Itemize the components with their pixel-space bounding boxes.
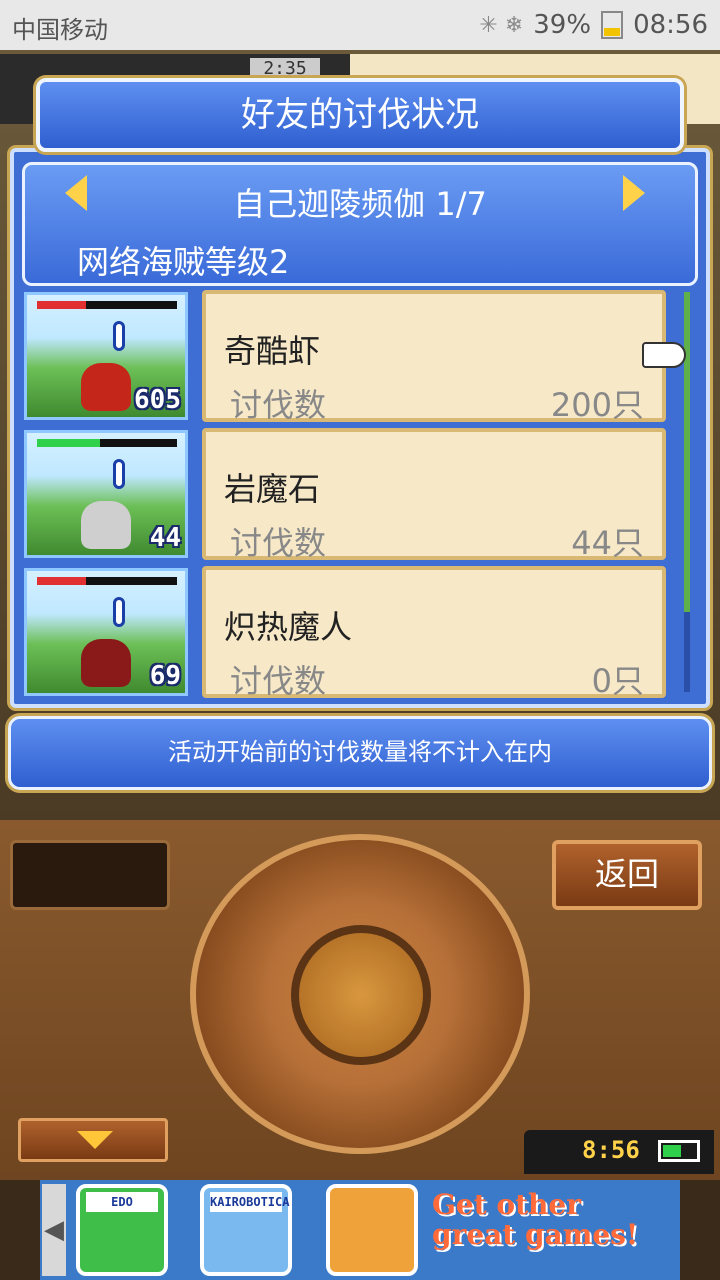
right-arrow-icon[interactable] — [623, 175, 645, 211]
carrier-label: 中国移动 — [12, 16, 108, 44]
down-arrow-icon — [77, 1131, 113, 1149]
monster-number: 69 — [149, 661, 181, 691]
monster-card: 岩魔石 讨伐数 44只 — [202, 428, 666, 562]
hp-fill — [37, 301, 86, 309]
monster-thumbnail: 605 — [24, 292, 188, 420]
rock-monster-icon — [81, 501, 131, 549]
ad-tile-label: KAIROBOTICA — [210, 1192, 289, 1212]
kill-count-label: 讨伐数 — [230, 386, 327, 424]
exclamation-icon — [113, 459, 125, 489]
status-bar: 中国移动 ✳ ❄ 39% 08:56 — [0, 0, 720, 50]
monster-thumbnail: 69 — [24, 568, 188, 696]
monster-card: 奇酷虾 讨伐数 200只 — [202, 290, 666, 424]
list-item[interactable]: 44 岩魔石 讨伐数 44只 — [22, 428, 672, 562]
status-time: 08:56 — [633, 10, 708, 40]
hp-fill — [37, 577, 86, 585]
monster-name: 岩魔石 — [224, 470, 321, 508]
exclamation-icon — [113, 597, 125, 627]
ad-tile-label: EDO — [86, 1192, 158, 1212]
controller-screen — [10, 840, 170, 910]
shrimp-monster-icon — [81, 363, 131, 411]
kill-count-value: 0只 — [591, 662, 644, 700]
dpad[interactable] — [190, 834, 530, 1154]
controller-clock: 8:56 — [524, 1130, 714, 1174]
kill-count-label: 讨伐数 — [230, 662, 327, 700]
back-button[interactable]: 返回 — [552, 840, 702, 910]
status-right: ✳ ❄ 39% 08:56 — [479, 10, 708, 40]
hp-fill — [37, 439, 100, 447]
down-button[interactable] — [18, 1118, 168, 1162]
battery-icon — [658, 1140, 700, 1162]
network-icon: ✳ ❄ — [479, 12, 524, 38]
monster-number: 605 — [134, 385, 181, 415]
monster-card: 炽热魔人 讨伐数 0只 — [202, 566, 666, 700]
friend-header: 自己迦陵频伽 1/7 网络海贼等级2 — [22, 162, 698, 286]
exclamation-icon — [113, 321, 125, 351]
friend-name: 自己迦陵频伽 1/7 — [233, 185, 487, 223]
dpad-center-button[interactable] — [291, 925, 431, 1065]
monster-list[interactable]: 605 奇酷虾 讨伐数 200只 44 岩魔石 讨伐数 44只 69 炽热魔人 … — [22, 290, 698, 700]
monster-name: 奇酷虾 — [224, 332, 321, 370]
controller-time: 8:56 — [582, 1136, 640, 1164]
kill-count-label: 讨伐数 — [230, 524, 327, 562]
ad-tile-cafe[interactable] — [326, 1184, 418, 1276]
ad-prev-arrow-icon[interactable]: ◀ — [42, 1184, 66, 1276]
dialog-title: 好友的讨伐状况 — [36, 78, 684, 152]
event-notice: 活动开始前的讨伐数量将不计入在内 — [8, 716, 712, 790]
list-item[interactable]: 605 奇酷虾 讨伐数 200只 — [22, 290, 672, 424]
hp-bar — [37, 439, 177, 447]
kill-count-value: 200只 — [550, 386, 644, 424]
pirate-level: 网络海贼等级2 — [77, 243, 290, 281]
scrollbar-thumb[interactable] — [684, 292, 690, 612]
battery-percent: 39% — [533, 10, 592, 40]
pointing-hand-icon — [642, 342, 686, 368]
monster-name: 炽热魔人 — [224, 608, 353, 646]
monster-number: 44 — [149, 523, 181, 553]
hp-bar — [37, 577, 177, 585]
battery-icon — [601, 11, 624, 39]
list-item[interactable]: 69 炽热魔人 讨伐数 0只 — [22, 566, 672, 700]
kill-count-value: 44只 — [571, 524, 644, 562]
ad-tile-kairobotica[interactable]: KAIROBOTICA — [200, 1184, 292, 1276]
get-games-link[interactable]: Get other great games! — [432, 1190, 672, 1270]
fire-demon-icon — [81, 639, 131, 687]
ad-tile-edo[interactable]: EDO — [76, 1184, 168, 1276]
monster-thumbnail: 44 — [24, 430, 188, 558]
hp-bar — [37, 301, 177, 309]
